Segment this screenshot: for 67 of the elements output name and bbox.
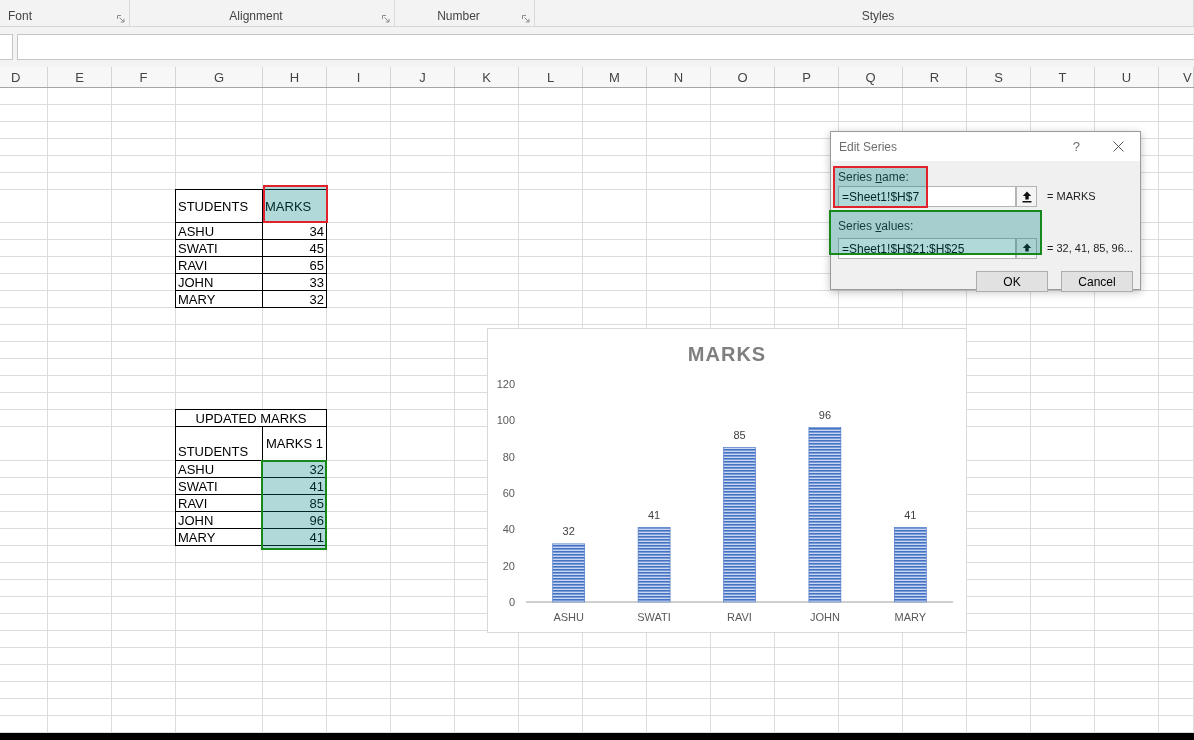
dialog-launcher-icon[interactable]	[382, 15, 390, 23]
chart-title: MARKS	[687, 343, 767, 365]
category-label: MARY	[894, 611, 927, 623]
data-label: 96	[818, 408, 832, 421]
ribbon-group-label: Font	[8, 10, 32, 22]
column-header[interactable]: O	[711, 67, 775, 87]
dialog-button[interactable]: OK	[976, 271, 1048, 292]
collapse-dialog-button[interactable]	[1016, 186, 1037, 207]
dialog-button[interactable]: Cancel	[1061, 271, 1133, 292]
column-header[interactable]: P	[775, 67, 839, 87]
table-cell: 32	[262, 290, 327, 308]
dialog-launcher-icon[interactable]	[522, 15, 530, 23]
table-header-cell: STUDENTS	[175, 189, 263, 223]
column-header[interactable]: N	[647, 67, 711, 87]
axis-tick-label: 120	[496, 378, 515, 390]
data-label: 41	[904, 508, 917, 521]
category-label: ASHU	[553, 611, 584, 623]
data-label: 32	[562, 524, 575, 537]
dialog-title: Edit Series	[839, 140, 898, 153]
series-values-field[interactable]: =Sheet1!$H$21:$H$25	[838, 238, 1016, 259]
column-header[interactable]: K	[455, 67, 519, 87]
column-header[interactable]: D	[0, 67, 48, 87]
data-label: 41	[647, 508, 661, 521]
axis-tick-label: 40	[502, 523, 515, 536]
field-label: Series values:	[838, 219, 914, 233]
ribbon-group-label: Number	[437, 10, 480, 22]
category-label: RAVI	[727, 611, 752, 623]
column-header[interactable]: F	[112, 67, 176, 87]
category-label: JOHN	[809, 611, 840, 623]
ribbon-group-label: Styles	[861, 10, 895, 22]
axis-tick-label: 20	[502, 559, 515, 572]
table-cell: MARY	[175, 528, 263, 546]
bar	[552, 543, 585, 603]
help-button[interactable]: ?	[1068, 140, 1084, 153]
name-box[interactable]	[0, 34, 13, 60]
arrow-up-icon	[1021, 242, 1032, 255]
arrow-up-icon	[1021, 190, 1032, 203]
column-header[interactable]: E	[48, 67, 112, 87]
column-header[interactable]: M	[583, 67, 647, 87]
close-icon	[1112, 141, 1124, 152]
series-name-preview: = MARKS	[1047, 191, 1096, 202]
column-header[interactable]: T	[1031, 67, 1095, 87]
field-label: Series name:	[838, 170, 910, 184]
column-header[interactable]: U	[1095, 67, 1159, 87]
column-header[interactable]: V	[1159, 67, 1194, 87]
category-label: SWATI	[637, 611, 671, 623]
column-header[interactable]: Q	[839, 67, 903, 87]
formula-input[interactable]	[17, 34, 1194, 60]
table-cell: MARY	[175, 290, 263, 308]
dialog-launcher-icon[interactable]	[117, 15, 125, 23]
column-header[interactable]: H	[263, 67, 327, 87]
column-header[interactable]: I	[327, 67, 391, 87]
column-header[interactable]: S	[967, 67, 1031, 87]
column-header[interactable]: J	[391, 67, 455, 87]
column-header[interactable]: L	[519, 67, 583, 87]
data-label: 85	[733, 428, 746, 441]
table-title-cell: UPDATED MARKS	[175, 409, 327, 427]
series-name-field[interactable]: =Sheet1!$H$7	[838, 186, 1016, 207]
series-values-preview: = 32, 41, 85, 96...	[1047, 243, 1133, 254]
ribbon-group-label: Alignment	[229, 10, 283, 22]
axis-tick-label: 80	[502, 450, 515, 463]
column-header[interactable]: G	[176, 67, 263, 87]
axis-tick-label: 100	[496, 414, 515, 427]
axis-tick-label: 60	[502, 487, 515, 499]
collapse-dialog-button[interactable]	[1016, 238, 1037, 259]
axis-tick-label: 0	[508, 596, 515, 608]
column-header[interactable]: R	[903, 67, 967, 87]
